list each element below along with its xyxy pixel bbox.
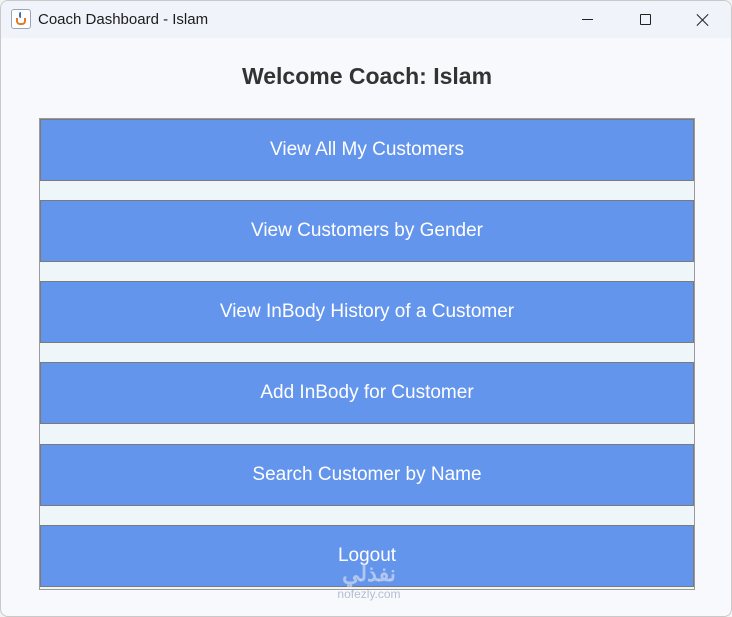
close-icon xyxy=(696,13,710,27)
logout-button[interactable]: Logout xyxy=(40,525,694,587)
menu-panel: View All My Customers View Customers by … xyxy=(39,118,695,590)
view-all-customers-button[interactable]: View All My Customers xyxy=(40,119,694,181)
search-customer-by-name-button[interactable]: Search Customer by Name xyxy=(40,444,694,506)
coach-dashboard-window: Coach Dashboard - Islam Welcome Coach: I… xyxy=(0,0,732,617)
java-cup-icon xyxy=(11,9,31,29)
close-button[interactable] xyxy=(674,1,731,38)
title-bar[interactable]: Coach Dashboard - Islam xyxy=(1,1,731,38)
view-inbody-history-button[interactable]: View InBody History of a Customer xyxy=(40,281,694,343)
welcome-heading: Welcome Coach: Islam xyxy=(241,63,493,89)
view-customers-by-gender-button[interactable]: View Customers by Gender xyxy=(40,200,694,262)
window-title: Coach Dashboard - Islam xyxy=(38,11,209,28)
minimize-icon xyxy=(581,19,593,20)
maximize-button[interactable] xyxy=(616,1,674,38)
minimize-button[interactable] xyxy=(558,1,616,38)
add-inbody-button[interactable]: Add InBody for Customer xyxy=(40,362,694,424)
maximize-icon xyxy=(639,14,651,25)
